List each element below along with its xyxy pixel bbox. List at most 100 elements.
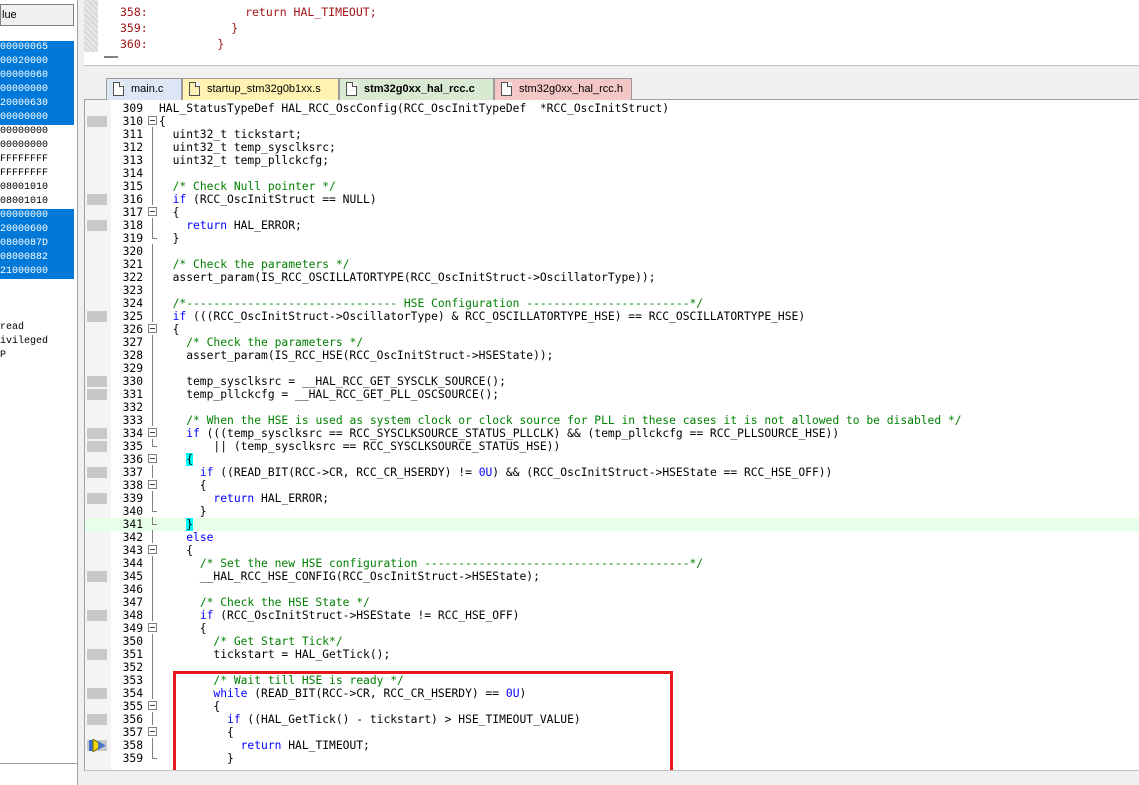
code-line[interactable]: 339 return HAL_ERROR; [85, 491, 1139, 505]
register-value-row[interactable]: 00000065 [0, 41, 74, 55]
code-text: __HAL_RCC_HSE_CONFIG(RCC_OscInitStruct->… [159, 570, 540, 583]
code-line[interactable]: 341 } [85, 517, 1139, 531]
code-text: assert_param(IS_RCC_HSE(RCC_OscInitStruc… [159, 349, 554, 362]
fold-toggle-icon[interactable] [148, 116, 157, 125]
fold-guide [148, 127, 157, 140]
code-text: else [186, 531, 214, 544]
code-line[interactable]: 346 [85, 582, 1139, 596]
code-line[interactable]: 345 __HAL_RCC_HSE_CONFIG(RCC_OscInitStru… [85, 569, 1139, 583]
code-line[interactable]: 327 /* Check the parameters */ [85, 335, 1139, 349]
code-line[interactable]: 344 /* Set the new HSE configuration ---… [85, 556, 1139, 570]
code-line[interactable]: 352 [85, 660, 1139, 674]
code-line[interactable]: 328 assert_param(IS_RCC_HSE(RCC_OscInitS… [85, 348, 1139, 362]
code-line[interactable]: 317 { [85, 206, 1139, 219]
code-line[interactable]: 357 { [85, 726, 1139, 739]
register-value-row[interactable]: 00000060 [0, 69, 74, 83]
register-value-row[interactable]: FFFFFFFF [0, 167, 74, 181]
fold-toggle-icon[interactable] [148, 324, 157, 333]
fold-guide [148, 738, 157, 751]
register-value-row[interactable]: 21000000 [0, 265, 74, 279]
mode-text: read [0, 322, 25, 333]
code-line[interactable]: 355 { [85, 700, 1139, 713]
register-value-row[interactable]: 0800087D [0, 237, 74, 251]
code-line[interactable]: 350 /* Get Start Tick*/ [85, 634, 1139, 648]
line-number: 310 [122, 115, 143, 128]
register-value-row[interactable]: 00020000 [0, 55, 74, 69]
fold-guide [148, 569, 157, 582]
code-line[interactable]: 323 [85, 283, 1139, 297]
register-value-row[interactable]: 00000000 [0, 111, 74, 125]
code-line[interactable]: 337 if ((READ_BIT(RCC->CR, RCC_CR_HSERDY… [85, 465, 1139, 479]
code-text: uint32_t temp_pllckcfg; [159, 154, 330, 167]
code-line[interactable]: 330 temp_sysclksrc = __HAL_RCC_GET_SYSCL… [85, 374, 1139, 388]
code-line[interactable]: 325 if (((RCC_OscInitStruct->OscillatorT… [85, 309, 1139, 323]
tab-main-c[interactable]: main.c [106, 78, 182, 100]
fold-toggle-icon[interactable] [148, 428, 157, 437]
code-text: return HAL_ERROR; [213, 492, 330, 505]
code-line[interactable]: 354 while (READ_BIT(RCC->CR, RCC_CR_HSER… [85, 686, 1139, 700]
code-line[interactable]: 310 { [85, 115, 1139, 128]
code-line[interactable]: 332 [85, 400, 1139, 414]
fold-toggle-icon[interactable] [148, 454, 157, 463]
register-value-row[interactable]: 20000600 [0, 223, 74, 237]
code-line[interactable]: 316 if (RCC_OscInitStruct == NULL) [85, 192, 1139, 206]
code-line[interactable]: 314 [85, 166, 1139, 180]
code-line[interactable]: 334 if (((temp_sysclksrc == RCC_SYSCLKSO… [85, 427, 1139, 440]
code-line[interactable]: 359 } [85, 751, 1139, 765]
code-line[interactable]: 313 uint32_t temp_pllckcfg; [85, 153, 1139, 167]
code-line[interactable]: 318 return HAL_ERROR; [85, 218, 1139, 232]
code-line[interactable]: 353 /* Wait till HSE is ready */ [85, 673, 1139, 687]
code-line[interactable]: 315 /* Check Null pointer */ [85, 179, 1139, 193]
line-number: 343 [122, 544, 143, 557]
register-value-row[interactable]: 00000000 [0, 83, 74, 97]
fold-toggle-icon[interactable] [148, 727, 157, 736]
register-value-row[interactable]: 08001010 [0, 195, 74, 209]
code-line[interactable]: 312 uint32_t temp_sysclksrc; [85, 140, 1139, 154]
code-line[interactable]: 351 tickstart = HAL_GetTick(); [85, 647, 1139, 661]
register-value-row[interactable]: 00000000 [0, 139, 74, 153]
code-line[interactable]: 333 /* When the HSE is used as system cl… [85, 413, 1139, 427]
tab-startup-stm32g0b1xx-s[interactable]: startup_stm32g0b1xx.s [182, 78, 339, 100]
code-line[interactable]: 329 [85, 361, 1139, 375]
line-number: 325 [122, 310, 143, 323]
code-line[interactable]: 322 assert_param(IS_RCC_OSCILLATORTYPE(R… [85, 270, 1139, 284]
code-line[interactable]: 356 if ((HAL_GetTick() - tickstart) > HS… [85, 712, 1139, 726]
code-line[interactable]: 320 [85, 244, 1139, 258]
fold-toggle-icon[interactable] [148, 701, 157, 710]
fold-toggle-icon[interactable] [148, 545, 157, 554]
code-line[interactable]: 338 { [85, 479, 1139, 492]
code-line[interactable]: 319 } [85, 231, 1139, 245]
register-value-row[interactable]: 20000630 [0, 97, 74, 111]
code-line[interactable]: 324 /*------------------------------- HS… [85, 296, 1139, 310]
code-line[interactable]: 343 { [85, 544, 1139, 557]
code-text: HAL_StatusTypeDef HAL_RCC_OscConfig(RCC_… [159, 102, 670, 115]
register-value-row[interactable]: FFFFFFFF [0, 153, 74, 167]
register-value-row[interactable]: 00000000 [0, 209, 74, 223]
code-line[interactable]: 321 /* Check the parameters */ [85, 257, 1139, 271]
code-line[interactable]: 349 { [85, 622, 1139, 635]
code-line[interactable]: 358 return HAL_TIMEOUT; [85, 738, 1139, 752]
fold-toggle-icon[interactable] [148, 207, 157, 216]
line-number: 315 [122, 180, 143, 193]
code-line[interactable]: 342 else [85, 530, 1139, 544]
code-line[interactable]: 336 { [85, 453, 1139, 466]
register-value-row[interactable]: 08001010 [0, 181, 74, 195]
code-line[interactable]: 331 temp_pllckcfg = __HAL_RCC_GET_PLL_OS… [85, 387, 1139, 401]
code-line[interactable]: 311 uint32_t tickstart; [85, 127, 1139, 141]
fold-toggle-icon[interactable] [148, 480, 157, 489]
code-editor[interactable]: 309 HAL_StatusTypeDef HAL_RCC_OscConfig(R… [84, 100, 1139, 770]
register-value-row[interactable]: 00000000 [0, 125, 74, 139]
code-line[interactable]: 340 } [85, 504, 1139, 518]
code-line[interactable]: 335 || (temp_sysclksrc == RCC_SYSCLKSOUR… [85, 439, 1139, 453]
line-number: 337 [122, 466, 143, 479]
fold-guide [148, 517, 157, 528]
register-value-row[interactable]: 08000882 [0, 251, 74, 265]
tab-stm32g0xx-hal-rcc-c[interactable]: stm32g0xx_hal_rcc.c [339, 78, 494, 100]
code-line[interactable]: 348 if (RCC_OscInitStruct->HSEState != R… [85, 608, 1139, 622]
code-line[interactable]: 326 { [85, 323, 1139, 336]
fold-toggle-icon[interactable] [148, 623, 157, 632]
tab-stm32g0xx-hal-rcc-h[interactable]: stm32g0xx_hal_rcc.h [494, 78, 632, 100]
value-column-header[interactable]: lue [0, 4, 74, 26]
code-line[interactable]: 309 HAL_StatusTypeDef HAL_RCC_OscConfig(R… [85, 102, 1139, 115]
code-line[interactable]: 347 /* Check the HSE State */ [85, 595, 1139, 609]
